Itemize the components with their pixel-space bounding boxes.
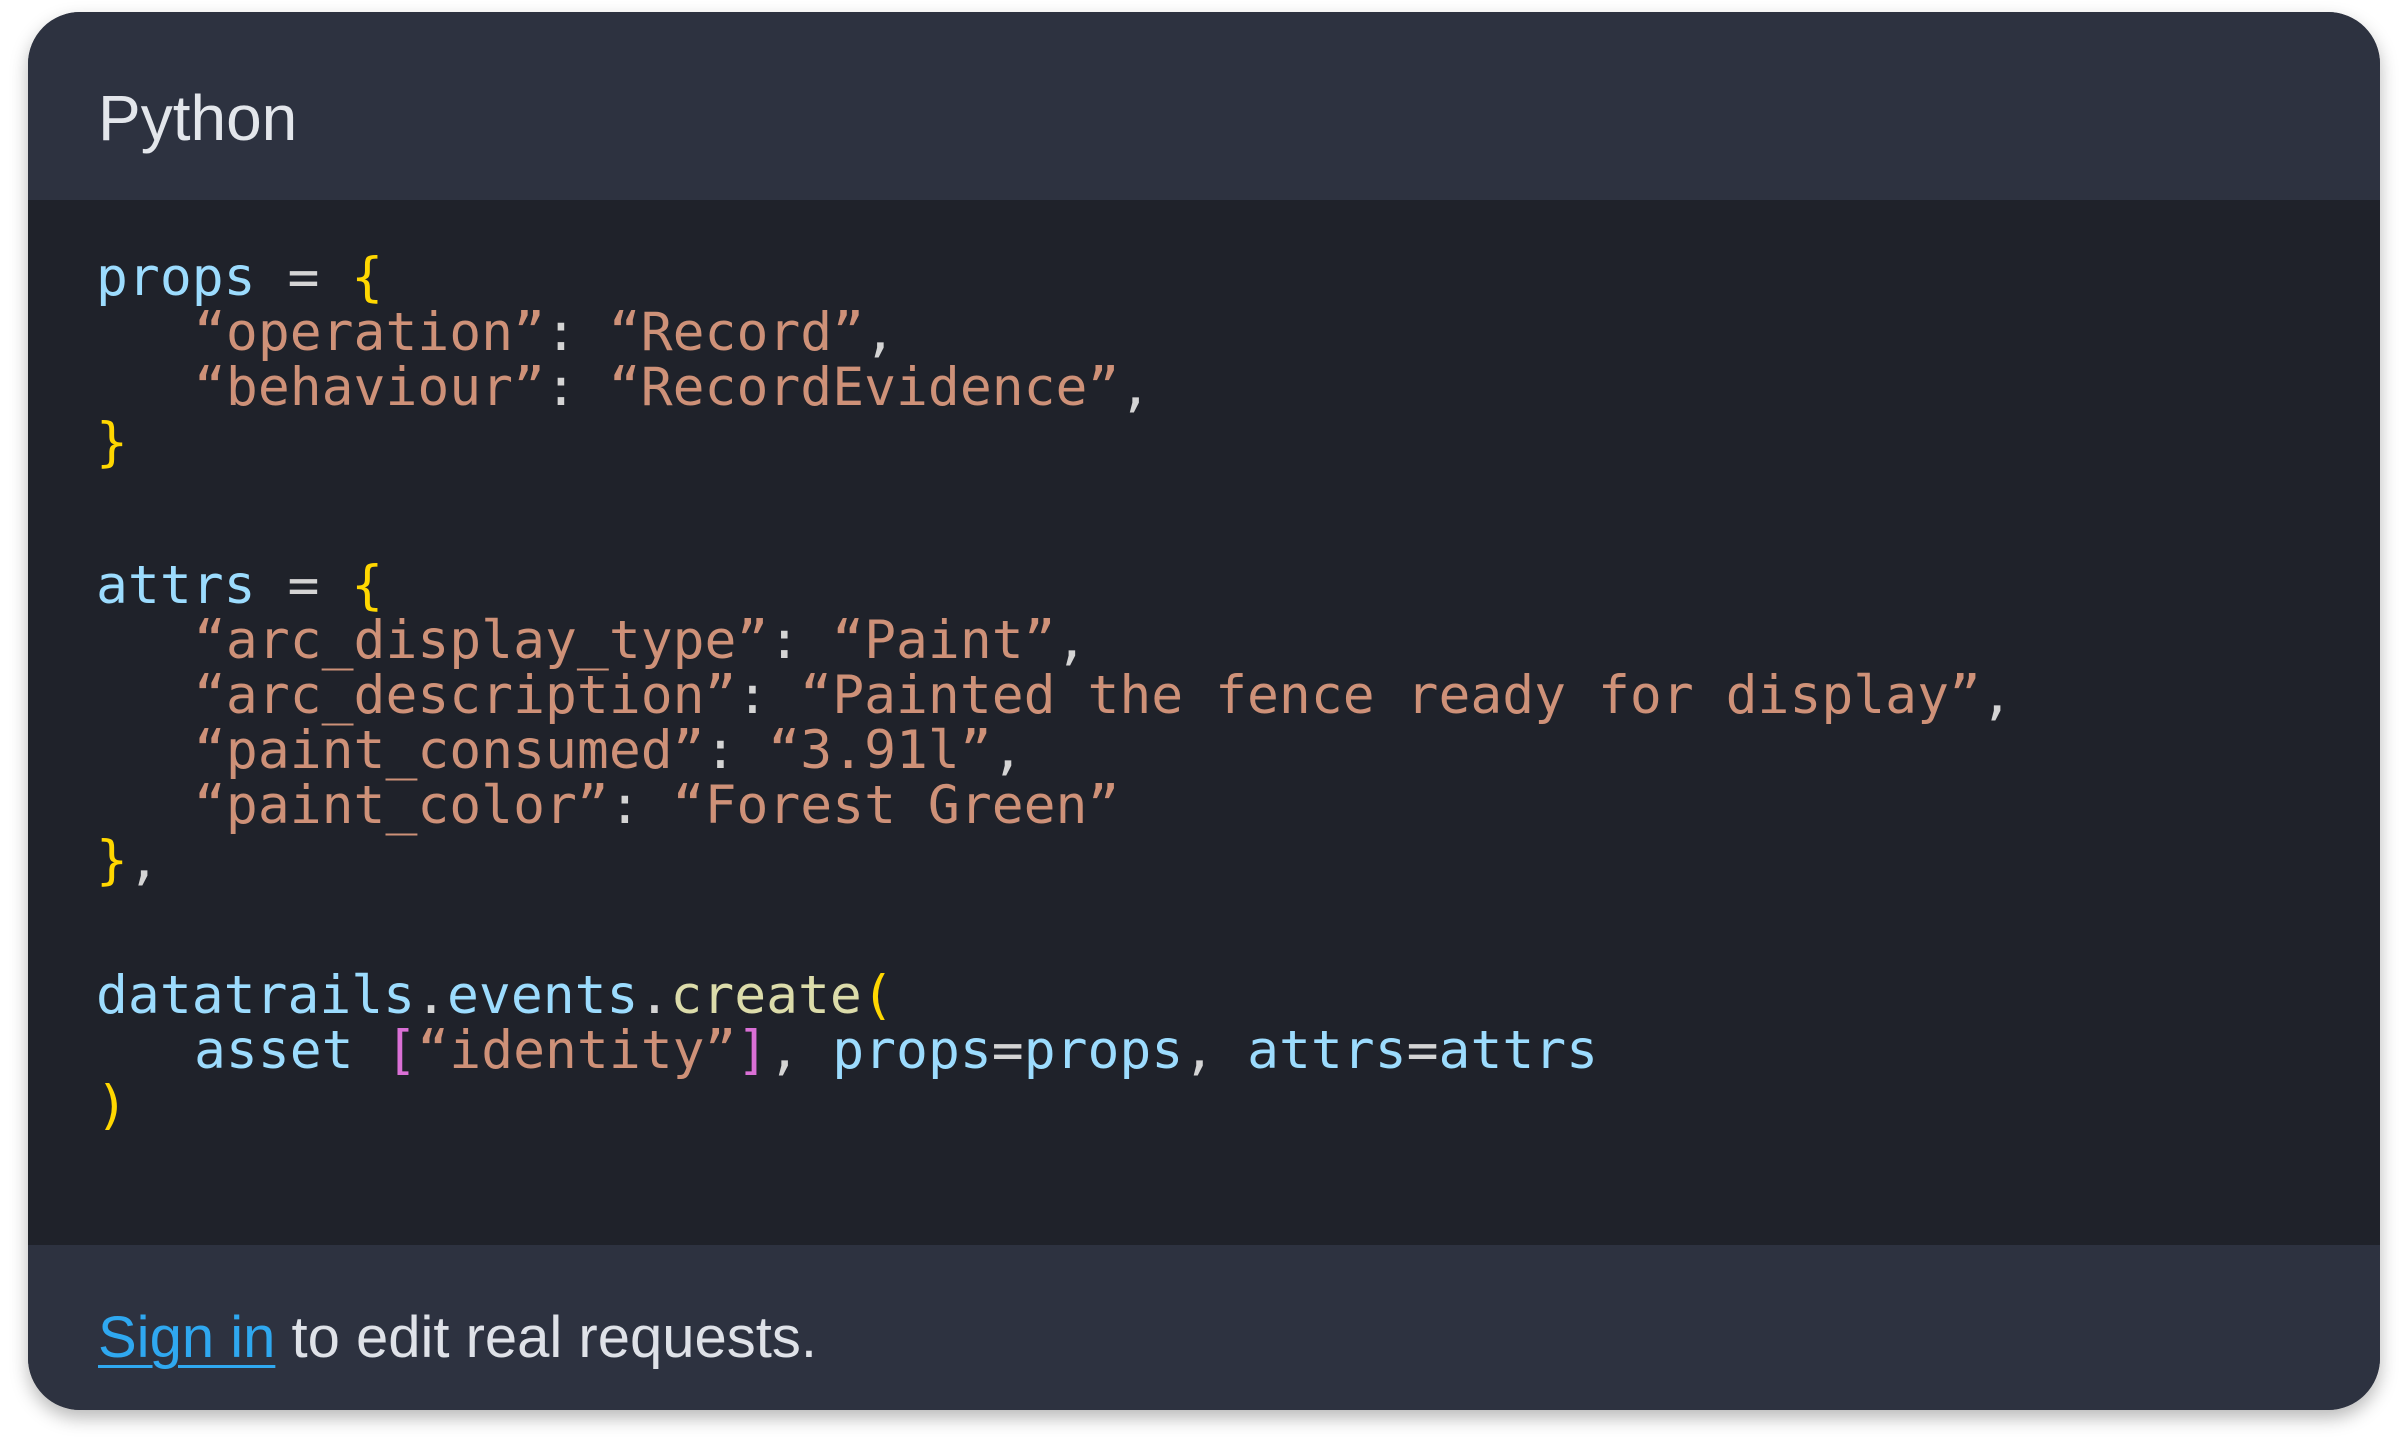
code-string: “identity” — [417, 1020, 737, 1081]
code-operator: , — [1980, 665, 2013, 726]
sign-in-link[interactable]: Sign in — [98, 1305, 275, 1370]
code-brace: ) — [96, 1075, 128, 1136]
code-bracket: ] — [736, 1020, 769, 1081]
code-string: “behaviour” — [194, 357, 545, 418]
code-brace: } — [96, 412, 128, 473]
code-string: “Forest Green” — [672, 775, 1120, 836]
code-operator: : — [608, 775, 673, 836]
code-operator: , — [768, 1020, 833, 1081]
code-identifier: asset — [194, 1020, 386, 1081]
code-line: “behaviour”: “RecordEvidence”, — [96, 354, 1151, 422]
code-text: props = { “operation”: “Record”, “behavi… — [96, 200, 2013, 1136]
code-line: asset [“identity”], props=props, attrs=a… — [96, 1017, 1598, 1085]
code-bracket: [ — [385, 1020, 418, 1081]
code-block: props = { “operation”: “Record”, “behavi… — [28, 200, 2380, 1245]
code-brace: } — [96, 830, 128, 891]
code-identifier: props — [832, 1020, 992, 1081]
code-string: “paint_color” — [194, 775, 609, 836]
code-operator: , — [127, 830, 160, 891]
code-operator: , — [1119, 357, 1152, 418]
sign-in-prompt-text: to edit real requests. — [275, 1305, 817, 1370]
code-line: ) — [96, 1072, 128, 1140]
code-operator: = — [991, 1020, 1024, 1081]
code-operator: = — [1406, 1020, 1439, 1081]
code-operator: : — [545, 357, 609, 418]
code-line: “paint_color”: “Forest Green” — [96, 772, 1119, 840]
code-operator: , — [1183, 1020, 1248, 1081]
code-string: “RecordEvidence” — [608, 357, 1120, 418]
code-identifier: attrs — [1247, 1020, 1407, 1081]
code-identifier: attrs — [1438, 1020, 1599, 1081]
code-sample-footer: Sign in to edit real requests. — [28, 1245, 2380, 1410]
code-line: }, — [96, 827, 160, 895]
sign-in-prompt: Sign in to edit real requests. — [98, 1303, 817, 1373]
code-sample-header: Python — [28, 12, 2380, 200]
code-identifier: props — [1023, 1020, 1184, 1081]
code-sample-card: Python props = { “operation”: “Record”, … — [28, 12, 2380, 1410]
language-title: Python — [98, 82, 298, 154]
code-line: } — [96, 409, 128, 477]
